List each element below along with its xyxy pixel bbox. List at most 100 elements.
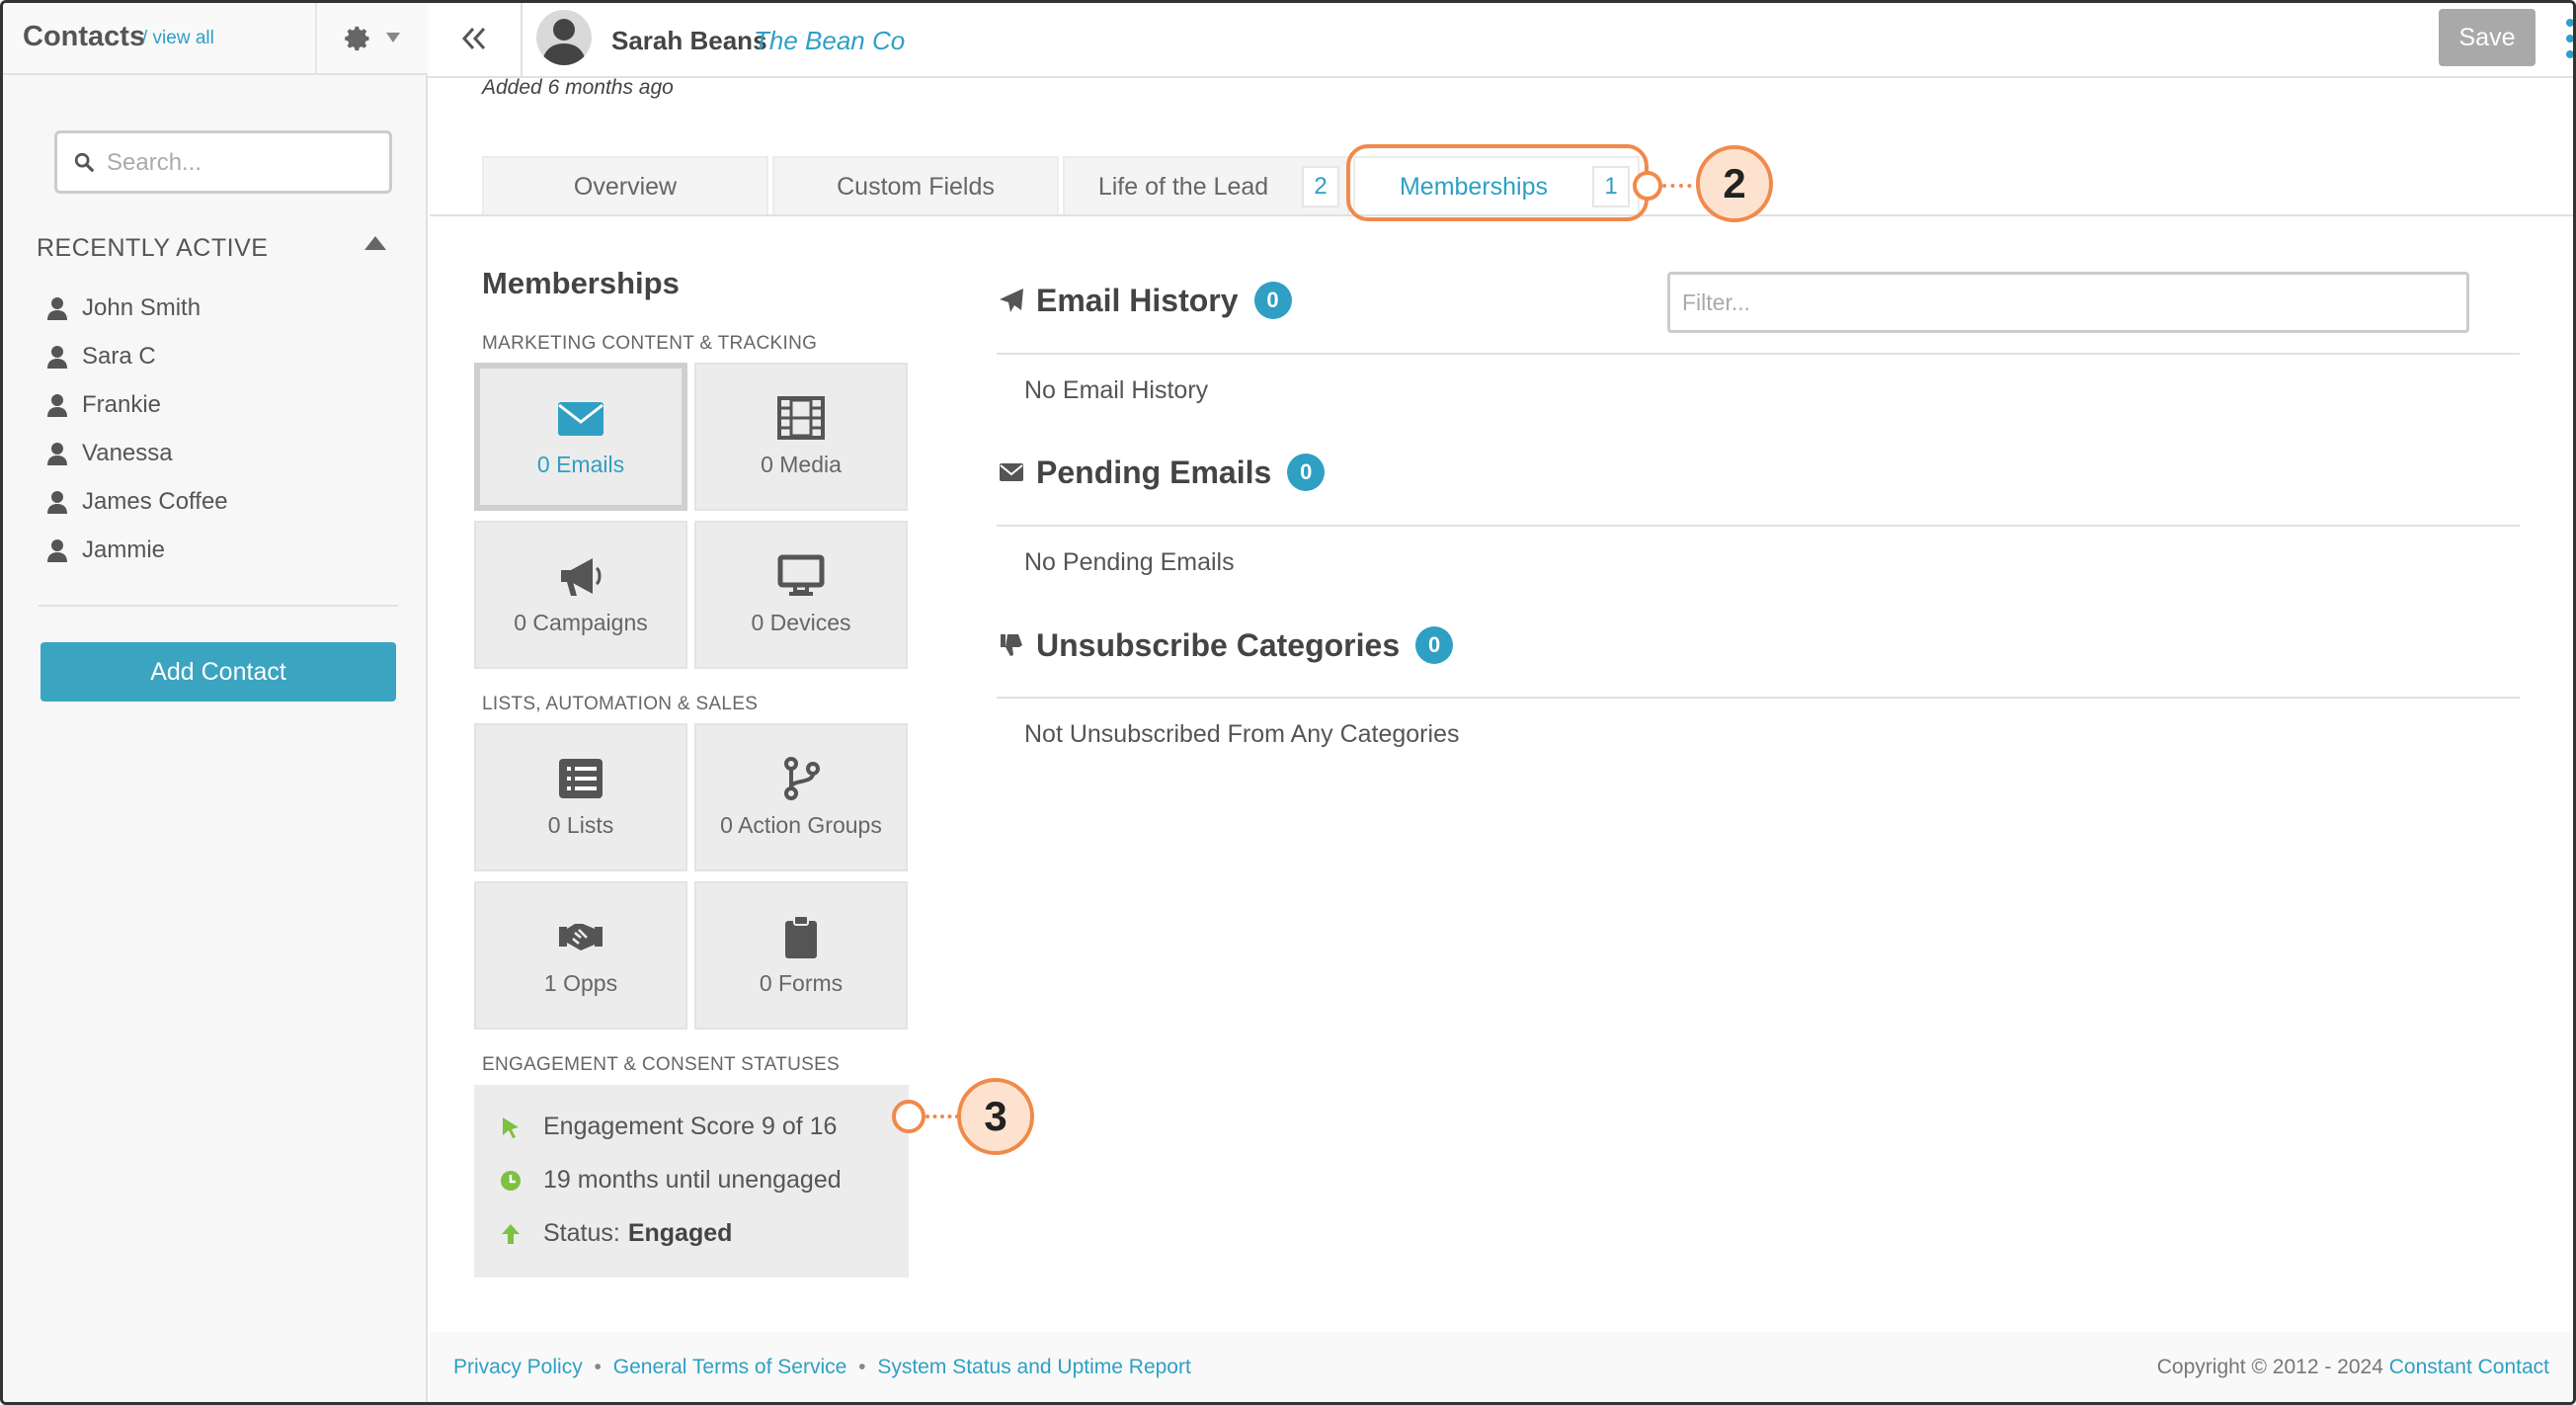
footer-separator: • bbox=[858, 1356, 866, 1378]
empty-state-text: Not Unsubscribed From Any Categories bbox=[1024, 720, 1460, 748]
recent-contact-item[interactable]: James Coffee bbox=[46, 477, 228, 526]
section-divider bbox=[997, 353, 2520, 355]
empty-state-text: No Pending Emails bbox=[1024, 548, 1235, 576]
recent-contact-item[interactable]: Vanessa bbox=[46, 429, 228, 477]
devices-tile[interactable]: 0 Devices bbox=[694, 521, 908, 669]
emails-tile[interactable]: 0 Emails bbox=[474, 363, 687, 511]
unengaged-countdown-row: 19 months until unengaged bbox=[500, 1166, 842, 1195]
count-badge: 0 bbox=[1253, 282, 1292, 319]
tile-label: 0 Emails bbox=[536, 451, 625, 477]
handshake-icon bbox=[559, 923, 603, 950]
add-contact-button[interactable]: Add Contact bbox=[40, 642, 396, 702]
tab-count-badge: 2 bbox=[1302, 166, 1339, 207]
envelope-icon bbox=[1000, 463, 1023, 481]
email-history-heading: Email History 0 bbox=[999, 282, 1292, 319]
tab-label: Overview bbox=[573, 172, 678, 201]
engagement-score-row: Engagement Score 9 of 16 bbox=[500, 1113, 837, 1141]
media-tile[interactable]: 0 Media bbox=[694, 363, 908, 511]
recent-contact-item[interactable]: Frankie bbox=[46, 380, 228, 429]
memberships-heading: Memberships bbox=[482, 266, 680, 300]
forms-tile[interactable]: 0 Forms bbox=[694, 881, 908, 1030]
contact-header-bar: Sarah Beans The Bean Co Save bbox=[428, 3, 2575, 78]
empty-state-text: No Email History bbox=[1024, 376, 1209, 404]
terms-of-service-link[interactable]: General Terms of Service bbox=[613, 1356, 847, 1378]
footer-links: Privacy Policy • General Terms of Servic… bbox=[453, 1356, 1191, 1379]
contacts-sidebar: Contacts / view all RECENTLY ACTIVE bbox=[3, 3, 428, 1402]
section-title: Email History bbox=[1036, 282, 1239, 318]
recent-contact-item[interactable]: Sara C bbox=[46, 332, 228, 380]
lists-tile[interactable]: 0 Lists bbox=[474, 723, 687, 871]
sidebar-header: Contacts / view all bbox=[3, 3, 428, 75]
opps-tile[interactable]: 1 Opps bbox=[474, 881, 687, 1030]
arrow-up-icon bbox=[502, 1223, 520, 1244]
contact-name: Sarah Beans bbox=[611, 26, 767, 55]
search-input[interactable] bbox=[107, 143, 383, 183]
chevron-up-icon[interactable] bbox=[364, 236, 386, 250]
callout-connector bbox=[926, 1115, 959, 1118]
tile-label: 0 Media bbox=[761, 451, 842, 477]
recent-contact-name: Frankie bbox=[82, 390, 162, 418]
status-label: Status: bbox=[543, 1219, 620, 1247]
paper-plane-icon bbox=[1000, 289, 1023, 312]
user-icon bbox=[47, 442, 67, 465]
thumbs-down-icon bbox=[1001, 634, 1022, 656]
double-chevron-left-icon bbox=[461, 27, 486, 50]
tile-label: 0 Forms bbox=[759, 969, 844, 996]
tab-life-of-the-lead[interactable]: Life of the Lead 2 bbox=[1063, 156, 1349, 215]
user-icon bbox=[47, 393, 67, 417]
callout-anchor-dot bbox=[1633, 171, 1662, 201]
privacy-policy-link[interactable]: Privacy Policy bbox=[453, 1356, 583, 1378]
tab-label: Custom Fields bbox=[837, 172, 995, 201]
megaphone-icon bbox=[561, 557, 602, 596]
view-all-link[interactable]: / view all bbox=[142, 28, 214, 49]
recent-contacts-list: John Smith Sara C Frankie Vanessa James … bbox=[46, 284, 228, 574]
filter-input[interactable] bbox=[1667, 272, 2469, 333]
save-button[interactable]: Save bbox=[2439, 9, 2536, 66]
more-vertical-icon[interactable] bbox=[2565, 17, 2575, 60]
pending-emails-heading: Pending Emails 0 bbox=[999, 454, 1326, 491]
recent-contact-name: Jammie bbox=[82, 536, 166, 563]
person-silhouette-icon bbox=[542, 19, 586, 65]
clock-icon bbox=[501, 1170, 521, 1191]
added-relative-time: 6 months ago bbox=[547, 76, 674, 99]
section-label-lists: LISTS, AUTOMATION & SALES bbox=[482, 694, 759, 714]
chevron-down-icon bbox=[386, 33, 400, 42]
recent-contact-name: Sara C bbox=[82, 342, 156, 370]
tile-label: 0 Campaigns bbox=[514, 609, 648, 635]
campaigns-tile[interactable]: 0 Campaigns bbox=[474, 521, 687, 669]
user-icon bbox=[47, 538, 67, 562]
company-link[interactable]: The Bean Co bbox=[754, 26, 905, 56]
status-value: Engaged bbox=[627, 1219, 733, 1247]
collapse-sidebar-button[interactable] bbox=[428, 3, 523, 76]
tile-label: 1 Opps bbox=[543, 969, 618, 996]
count-badge: 0 bbox=[1287, 454, 1326, 491]
search-icon bbox=[74, 152, 94, 172]
recent-contact-item[interactable]: Jammie bbox=[46, 526, 228, 574]
contact-search[interactable] bbox=[54, 130, 392, 194]
tab-custom-fields[interactable]: Custom Fields bbox=[772, 156, 1059, 215]
brand-link[interactable]: Constant Contact bbox=[2389, 1356, 2549, 1378]
tab-overview[interactable]: Overview bbox=[482, 156, 768, 215]
callout-connector bbox=[1662, 184, 1700, 188]
sidebar-divider bbox=[39, 605, 398, 607]
section-divider bbox=[997, 697, 2520, 699]
system-status-link[interactable]: System Status and Uptime Report bbox=[877, 1356, 1190, 1378]
recent-contact-item[interactable]: John Smith bbox=[46, 284, 228, 332]
footer-separator: • bbox=[594, 1356, 602, 1378]
engagement-status-panel: Engagement Score 9 of 16 19 months until… bbox=[474, 1085, 909, 1278]
status-row: Status: Engaged bbox=[500, 1219, 732, 1248]
unengaged-countdown: 19 months until unengaged bbox=[543, 1166, 842, 1194]
callout-number-badge: 2 bbox=[1696, 145, 1773, 222]
gear-icon bbox=[345, 26, 369, 51]
recent-contact-name: James Coffee bbox=[82, 487, 228, 515]
tab-label: Life of the Lead bbox=[1097, 172, 1269, 201]
engagement-score: Engagement Score 9 of 16 bbox=[543, 1113, 838, 1140]
action-groups-tile[interactable]: 0 Action Groups bbox=[694, 723, 908, 871]
settings-menu-button[interactable] bbox=[315, 3, 428, 75]
recently-active-heading: RECENTLY ACTIVE bbox=[37, 234, 269, 262]
callout-anchor-dot bbox=[892, 1100, 926, 1133]
copyright: Copyright © 2012 - 2024 Constant Contact bbox=[2157, 1356, 2549, 1379]
monitor-icon bbox=[777, 554, 825, 596]
cursor-icon bbox=[503, 1116, 519, 1138]
callout-highlight-ring bbox=[1346, 144, 1649, 221]
